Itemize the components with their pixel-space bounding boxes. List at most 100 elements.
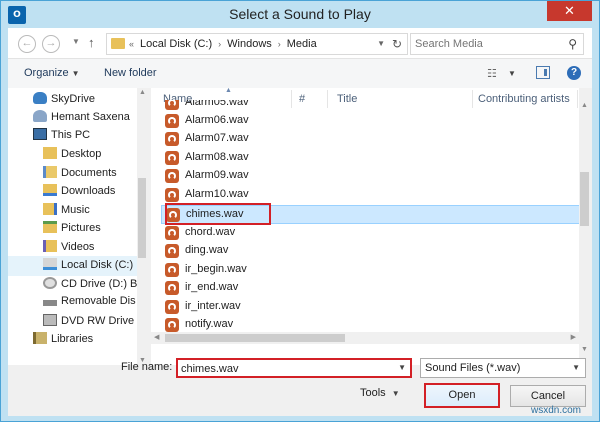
list-item[interactable]: Alarm08.wav — [161, 149, 581, 167]
file-list: ▲ Name # Title Contributing artists A Al… — [151, 88, 589, 365]
list-item[interactable]: chord.wav — [161, 224, 581, 242]
breadcrumb-item-local-disk[interactable]: Local Disk (C:) — [140, 38, 212, 50]
list-item[interactable]: notify.wav — [161, 316, 581, 332]
music-icon — [43, 203, 57, 215]
navigation-pane: SkyDrive Hemant Saxena This PC Desktop D… — [8, 88, 147, 365]
cancel-button[interactable]: Cancel — [510, 385, 586, 407]
documents-icon — [43, 166, 57, 178]
chevron-down-icon[interactable]: ▼ — [398, 363, 406, 372]
nav-item-dvd-rw-drive[interactable]: DVD RW Drive — [43, 314, 134, 332]
file-list-horizontal-scrollbar[interactable]: ◀ ▶ — [151, 332, 579, 344]
preview-pane-icon[interactable] — [536, 66, 550, 79]
chevron-down-icon: ▼ — [71, 69, 80, 78]
dialog-client: ← → ▼ ↑ «Local Disk (C:) › Windows › Media ▼… — [8, 28, 592, 416]
address-dropdown[interactable]: ▼ — [377, 39, 385, 48]
file-name-combobox[interactable]: ▼ — [176, 358, 412, 378]
open-button[interactable]: Open — [424, 383, 500, 408]
list-item[interactable]: Alarm10.wav — [161, 186, 581, 204]
refresh-icon[interactable]: ↻ — [392, 37, 402, 51]
audio-file-icon — [165, 132, 179, 146]
videos-icon — [43, 240, 57, 252]
dvd-drive-icon — [43, 314, 57, 326]
sort-ascending-icon: ▲ — [225, 88, 232, 94]
nav-item-local-disk[interactable]: Local Disk (C:) — [8, 256, 137, 276]
chevron-down-icon: ▼ — [391, 389, 400, 398]
search-icon: ⚲ — [568, 37, 577, 51]
arrow-left-icon[interactable]: ← — [18, 35, 36, 53]
search-input[interactable] — [415, 37, 555, 51]
chevron-down-icon: ▼ — [572, 363, 580, 372]
audio-file-icon — [165, 226, 179, 240]
list-item[interactable]: Alarm06.wav — [161, 112, 581, 130]
dialog-window: O Select a Sound to Play ✕ ← → ▼ ↑ « Loca… — [0, 0, 600, 422]
breadcrumb-item-windows[interactable]: Windows — [227, 38, 272, 50]
breadcrumb-overflow[interactable]: « — [129, 39, 134, 49]
horizontal-scroll-thumb[interactable] — [165, 334, 345, 342]
audio-file-icon — [165, 188, 179, 202]
nav-pane-scrollbar[interactable]: ▲ ▼ — [137, 88, 147, 365]
nav-item-removable-disk[interactable]: Removable Dis — [43, 295, 136, 313]
tools-label: Tools — [360, 387, 386, 399]
nav-item-desktop[interactable]: Desktop — [43, 147, 101, 165]
scroll-down-icon[interactable]: ▼ — [581, 346, 588, 353]
navigation-bar: ← → ▼ ↑ «Local Disk (C:) › Windows › Media ▼… — [8, 28, 592, 58]
nav-item-hemant-saxena[interactable]: Hemant Saxena — [33, 110, 130, 128]
file-type-value: Sound Files (*.wav) — [425, 362, 521, 374]
scroll-up-icon[interactable]: ▲ — [581, 102, 588, 109]
close-button[interactable]: ✕ — [547, 1, 592, 21]
watermark: wsxdn.com — [531, 405, 582, 416]
nav-item-downloads[interactable]: Downloads — [43, 184, 115, 202]
new-folder-button[interactable]: New folder — [104, 67, 157, 79]
scroll-up-icon[interactable]: ▲ — [139, 89, 146, 96]
view-options-icon[interactable]: ☷ — [487, 67, 497, 80]
scroll-left-icon[interactable]: ◀ — [154, 333, 159, 341]
audio-file-icon — [165, 281, 179, 295]
list-item[interactable]: ding.wav — [161, 242, 581, 260]
removable-disk-icon — [43, 300, 57, 306]
list-item[interactable]: Alarm07.wav — [161, 130, 581, 148]
file-list-vertical-scrollbar[interactable]: ▲ ▼ — [579, 88, 590, 365]
nav-item-pictures[interactable]: Pictures — [43, 221, 101, 239]
pictures-icon — [43, 221, 57, 233]
folder-icon — [111, 38, 125, 49]
folder-icon — [43, 147, 57, 159]
list-item[interactable]: Alarm05.wav — [161, 100, 581, 112]
arrow-right-icon[interactable]: → — [42, 35, 60, 53]
list-item[interactable]: Alarm09.wav — [161, 167, 581, 185]
computer-icon — [33, 128, 47, 140]
list-item[interactable]: ir_inter.wav — [161, 298, 581, 316]
search-box[interactable]: ⚲ — [410, 33, 584, 55]
audio-file-icon — [165, 114, 179, 128]
nav-pane-scroll-thumb[interactable] — [138, 178, 146, 258]
audio-file-icon — [165, 244, 179, 258]
tools-button[interactable]: Tools ▼ — [360, 387, 400, 399]
help-icon[interactable]: ? — [567, 66, 581, 80]
nav-item-music[interactable]: Music — [43, 203, 90, 221]
list-item[interactable]: ir_begin.wav — [161, 261, 581, 279]
nav-item-libraries[interactable]: Libraries — [33, 332, 93, 350]
audio-file-icon — [165, 151, 179, 165]
organize-button[interactable]: Organize ▼ — [24, 67, 80, 79]
recent-locations-dropdown[interactable]: ▼ — [72, 37, 80, 46]
breadcrumb-item-media[interactable]: Media — [287, 38, 317, 50]
organize-label: Organize — [24, 67, 69, 79]
view-dropdown[interactable]: ▼ — [508, 69, 516, 78]
arrow-up-icon[interactable]: ↑ — [88, 35, 95, 50]
title-bar: O Select a Sound to Play ✕ — [1, 1, 599, 28]
file-name-field[interactable] — [181, 362, 391, 376]
address-bar[interactable]: «Local Disk (C:) › Windows › Media ▼ ↻ — [106, 33, 408, 55]
nav-item-this-pc[interactable]: This PC — [33, 128, 90, 146]
selection-highlight-box — [165, 203, 271, 225]
audio-file-icon — [165, 263, 179, 277]
file-type-select[interactable]: Sound Files (*.wav) ▼ — [420, 358, 586, 378]
nav-item-skydrive[interactable]: SkyDrive — [33, 92, 95, 110]
file-list-scroll-thumb[interactable] — [580, 172, 589, 226]
audio-file-icon — [165, 169, 179, 183]
list-item[interactable]: ir_end.wav — [161, 279, 581, 297]
user-icon — [33, 110, 47, 122]
nav-item-documents[interactable]: Documents — [43, 166, 117, 184]
scroll-right-icon[interactable]: ▶ — [571, 333, 576, 341]
breadcrumb: «Local Disk (C:) › Windows › Media — [129, 38, 317, 50]
nav-item-cd-drive[interactable]: CD Drive (D:) B — [43, 277, 137, 295]
command-bar: Organize ▼ New folder ☷ ▼ ? — [8, 58, 592, 88]
